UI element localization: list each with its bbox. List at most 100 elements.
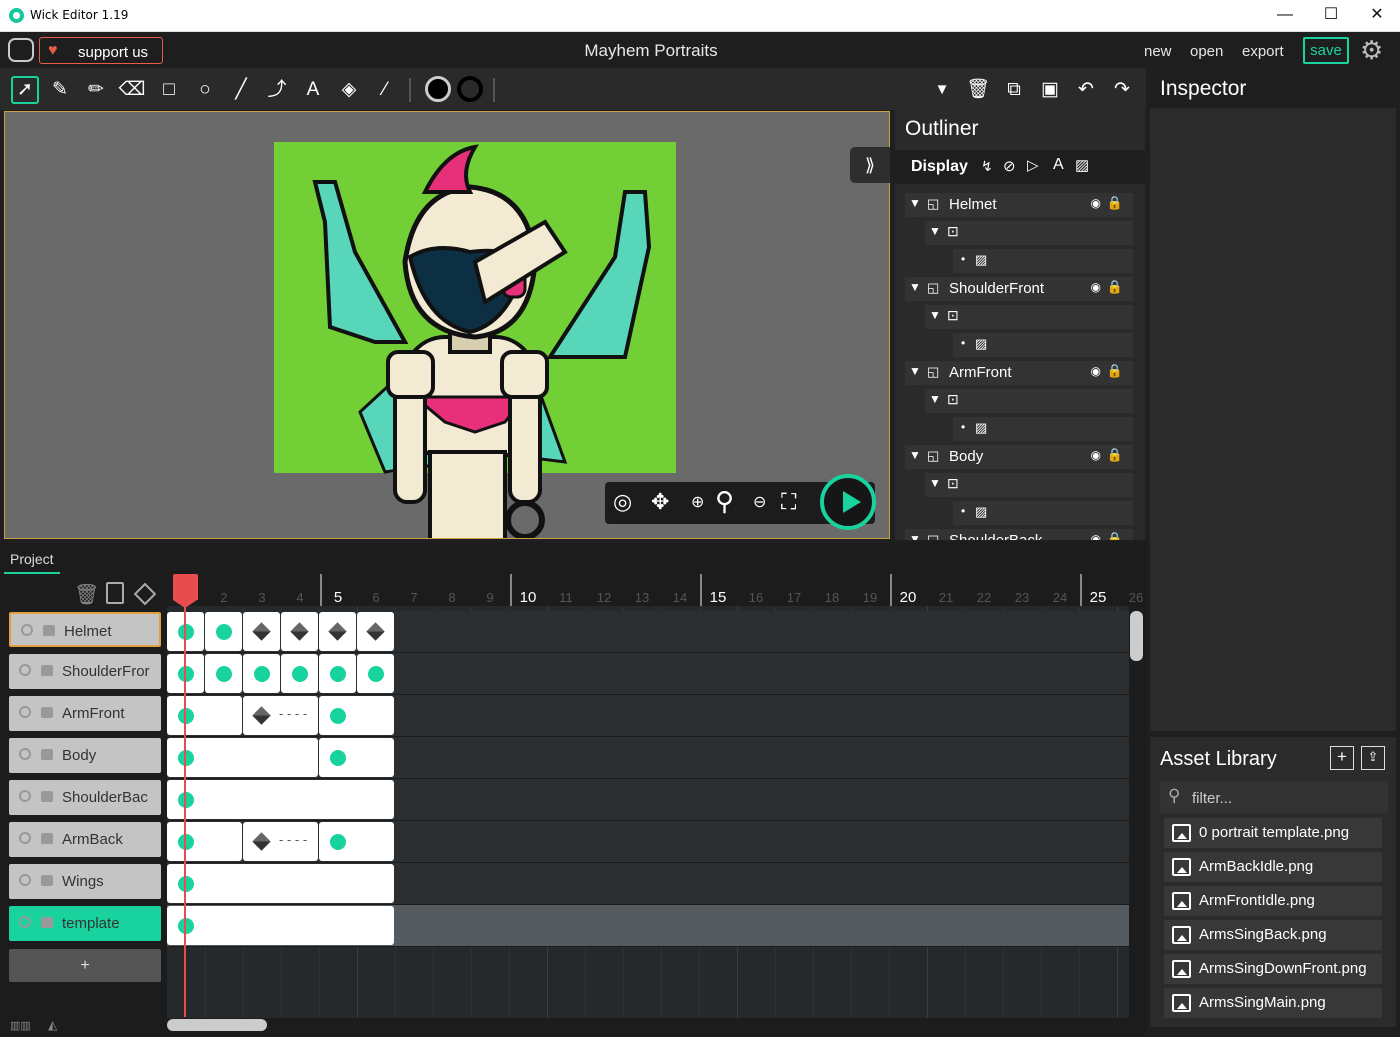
timeline-layer-button[interactable]: template <box>9 906 161 941</box>
upload-asset-icon[interactable]: ⇪ <box>1361 746 1385 770</box>
timeline-frame[interactable] <box>319 654 356 693</box>
timeline-layer-button[interactable]: Body <box>9 738 161 773</box>
zoom-out-icon[interactable]: ⊖ <box>753 492 766 512</box>
timeline-frame[interactable] <box>319 738 394 777</box>
add-layer-button[interactable]: + <box>9 949 161 982</box>
frame-number[interactable]: 3 <box>247 590 277 605</box>
timeline-frame[interactable] <box>357 654 394 693</box>
lock-icon[interactable]: 🔒 <box>1107 195 1123 211</box>
copy-icon[interactable]: ⧉ <box>1000 76 1028 104</box>
outliner-image-row[interactable]: • ▨ <box>953 333 1133 357</box>
export-button[interactable]: export <box>1242 43 1284 60</box>
delete-layer-trash-icon[interactable]: 🗑 <box>74 582 99 607</box>
frame-number[interactable]: 16 <box>741 590 771 605</box>
pencil-tool-icon[interactable]: ✏ <box>82 76 110 104</box>
frame-number[interactable]: 5 <box>323 589 353 606</box>
eye-icon[interactable] <box>19 664 31 676</box>
expand-triangle-icon[interactable]: ▼ <box>909 364 921 378</box>
cursor-tool-icon[interactable]: ➚ <box>11 76 39 104</box>
timeline-layer-button[interactable]: ShoulderFror <box>9 654 161 689</box>
brush-tool-icon[interactable]: ✎ <box>46 76 74 104</box>
eye-icon[interactable] <box>19 874 31 886</box>
timeline-frame[interactable] <box>281 612 318 651</box>
text-tool-icon[interactable]: A <box>299 76 327 104</box>
frame-number[interactable]: 10 <box>513 589 543 606</box>
asset-item[interactable]: 0 portrait template.png <box>1164 818 1382 848</box>
lock-icon[interactable] <box>41 791 53 802</box>
timeline-layer-button[interactable]: ArmFront <box>9 696 161 731</box>
support-us-button[interactable]: ♥ support us <box>39 37 163 64</box>
timeline-layer-button[interactable]: ArmBack <box>9 822 161 857</box>
onion-skin-icon[interactable]: ◎ <box>613 489 632 515</box>
eye-icon[interactable]: ◉ <box>1091 280 1101 294</box>
button-filter-icon[interactable]: ▷ <box>1027 156 1039 174</box>
frame-number[interactable]: 7 <box>399 590 429 605</box>
timeline-frame[interactable] <box>319 612 356 651</box>
eye-icon[interactable] <box>21 624 33 636</box>
stroke-color-swatch[interactable] <box>457 76 483 102</box>
timeline-frame[interactable] <box>167 780 394 819</box>
tab-project[interactable]: Project <box>4 548 60 574</box>
eye-icon[interactable]: ◉ <box>1091 532 1101 540</box>
fill-color-swatch[interactable] <box>425 76 451 102</box>
lock-icon[interactable] <box>43 625 55 636</box>
expand-triangle-icon[interactable]: ▼ <box>929 224 941 238</box>
add-frame-icon[interactable] <box>106 582 124 604</box>
timeline-layer-button[interactable]: ShoulderBac <box>9 780 161 815</box>
asset-filter-input[interactable]: ⚲ filter... <box>1160 781 1388 813</box>
frame-number[interactable]: 13 <box>627 590 657 605</box>
frame-number[interactable]: 22 <box>969 590 999 605</box>
frame-number[interactable]: 8 <box>437 590 467 605</box>
paste-icon[interactable]: ▣ <box>1036 76 1064 104</box>
asset-item[interactable]: ArmsSingDownFront.png <box>1164 954 1382 984</box>
project-name[interactable]: Mayhem Portraits <box>520 41 782 61</box>
lock-icon[interactable] <box>41 833 53 844</box>
outliner-layer-row[interactable]: ▼ ◱ Body ◉ 🔒 <box>905 445 1133 469</box>
timeline-frame[interactable] <box>319 696 394 735</box>
frame-number[interactable]: 26 <box>1121 590 1151 605</box>
timeline-layer-button[interactable]: Helmet <box>9 612 161 647</box>
more-chevron-down-icon[interactable]: ▼ <box>928 76 956 104</box>
rectangle-tool-icon[interactable]: □ <box>155 76 183 104</box>
save-button[interactable]: save <box>1303 37 1349 64</box>
frame-number[interactable]: 21 <box>931 590 961 605</box>
frame-number[interactable]: 11 <box>551 590 581 605</box>
frame-number[interactable]: 19 <box>855 590 885 605</box>
outliner-layer-row[interactable]: ▼ ◱ ShoulderBack ◉ 🔒 <box>905 529 1133 540</box>
play-button[interactable] <box>820 474 876 530</box>
canvas-area[interactable]: ◎ ✥ ⊕ ⚲ ⊖ ⛶ <box>4 111 890 539</box>
outliner-image-row[interactable]: • ▨ <box>953 501 1133 525</box>
eraser-tool-icon[interactable]: ⌫ <box>118 76 146 104</box>
lock-icon[interactable]: 🔒 <box>1107 363 1123 379</box>
expand-triangle-icon[interactable]: ▼ <box>929 392 941 406</box>
outliner-image-row[interactable]: • ▨ <box>953 417 1133 441</box>
fill-bucket-tool-icon[interactable]: ◈ <box>335 76 363 104</box>
timeline-frame[interactable] <box>205 612 242 651</box>
undo-icon[interactable]: ↶ <box>1072 76 1100 104</box>
timeline-frame[interactable] <box>281 654 318 693</box>
lock-icon[interactable] <box>41 875 53 886</box>
gear-icon[interactable]: ⚙ <box>1360 35 1383 66</box>
timeline-frame[interactable]: - - - - <box>243 696 318 735</box>
eye-icon[interactable] <box>19 790 31 802</box>
outliner-layer-row[interactable]: ▼ ◱ ShoulderFront ◉ 🔒 <box>905 277 1133 301</box>
timeline-frame[interactable] <box>205 654 242 693</box>
maximize-button[interactable]: ☐ <box>1308 0 1354 32</box>
eye-icon[interactable]: ◉ <box>1091 196 1101 210</box>
ellipse-tool-icon[interactable]: ○ <box>191 76 219 104</box>
frame-number[interactable]: 6 <box>361 590 391 605</box>
add-asset-plus-icon[interactable]: + <box>1330 746 1354 770</box>
asset-item[interactable]: ArmBackIdle.png <box>1164 852 1382 882</box>
robot-character-artwork[interactable] <box>5 112 890 539</box>
expand-triangle-icon[interactable]: ▼ <box>929 308 941 322</box>
timeline-frame[interactable] <box>357 612 394 651</box>
zoom-magnifier-icon[interactable]: ⚲ <box>715 486 734 517</box>
expand-triangle-icon[interactable]: ▼ <box>909 280 921 294</box>
eye-icon[interactable] <box>19 832 31 844</box>
timeline-vertical-scrollbar[interactable] <box>1130 611 1143 661</box>
pan-move-icon[interactable]: ✥ <box>651 489 669 515</box>
asset-item[interactable]: ArmsSingBack.png <box>1164 920 1382 950</box>
image-filter-icon[interactable]: ▨ <box>1075 156 1089 174</box>
frame-number[interactable]: 20 <box>893 589 923 606</box>
eye-icon[interactable]: ◉ <box>1091 364 1101 378</box>
